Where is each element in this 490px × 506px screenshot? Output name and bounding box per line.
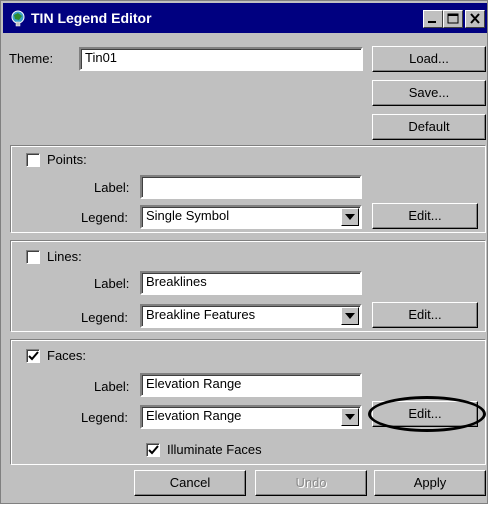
- points-label-caption: Label:: [94, 180, 130, 195]
- lines-label-field[interactable]: Breaklines: [140, 271, 362, 295]
- lines-legend-dropdown-button[interactable]: [341, 307, 359, 325]
- apply-button[interactable]: Apply: [374, 470, 486, 496]
- highlight-ellipse: [368, 396, 486, 432]
- points-edit-button[interactable]: Edit...: [372, 203, 478, 229]
- lines-checkbox[interactable]: [26, 250, 40, 264]
- points-legend-select[interactable]: Single Symbol: [140, 205, 362, 229]
- save-button[interactable]: Save...: [372, 80, 486, 106]
- lines-edit-button[interactable]: Edit...: [372, 302, 478, 328]
- cancel-button[interactable]: Cancel: [134, 470, 246, 496]
- faces-legend-caption: Legend:: [81, 410, 128, 425]
- points-checkbox[interactable]: [26, 153, 40, 167]
- faces-checkbox[interactable]: [26, 349, 40, 363]
- close-button[interactable]: [465, 10, 485, 28]
- theme-field[interactable]: Tin01: [79, 47, 363, 71]
- faces-legend-select[interactable]: Elevation Range: [140, 405, 362, 429]
- checkmark-icon: [28, 351, 39, 361]
- faces-legend-dropdown-button[interactable]: [341, 408, 359, 426]
- lines-legend-select[interactable]: Breakline Features: [140, 304, 362, 328]
- points-title: Points:: [47, 152, 87, 167]
- points-legend-caption: Legend:: [81, 210, 128, 225]
- theme-label: Theme:: [9, 51, 54, 66]
- load-button[interactable]: Load...: [372, 46, 486, 72]
- lines-label-caption: Label:: [94, 276, 130, 291]
- tin-legend-editor-window: TIN Legend Editor Theme: Tin01 Load... S…: [0, 0, 488, 504]
- faces-label-field[interactable]: Elevation Range: [140, 373, 362, 397]
- faces-label-caption: Label:: [94, 379, 130, 394]
- minimize-button[interactable]: [423, 10, 443, 28]
- points-legend-dropdown-button[interactable]: [341, 208, 359, 226]
- lines-title: Lines:: [47, 249, 82, 264]
- tin-globe-icon: [9, 9, 27, 27]
- points-label-field[interactable]: [140, 175, 362, 199]
- lines-legend-caption: Legend:: [81, 310, 128, 325]
- title-bar[interactable]: TIN Legend Editor: [3, 3, 487, 33]
- illuminate-faces-checkbox[interactable]: [146, 443, 160, 457]
- chevron-down-icon: [345, 414, 355, 420]
- close-icon: [470, 13, 480, 24]
- faces-title: Faces:: [47, 348, 87, 363]
- maximize-button[interactable]: [443, 10, 463, 28]
- chevron-down-icon: [345, 214, 355, 220]
- default-button[interactable]: Default: [372, 114, 486, 140]
- illuminate-faces-label: Illuminate Faces: [167, 442, 262, 457]
- window-title: TIN Legend Editor: [31, 10, 152, 26]
- undo-button[interactable]: Undo: [255, 470, 367, 496]
- chevron-down-icon: [345, 313, 355, 319]
- checkmark-icon: [148, 445, 159, 455]
